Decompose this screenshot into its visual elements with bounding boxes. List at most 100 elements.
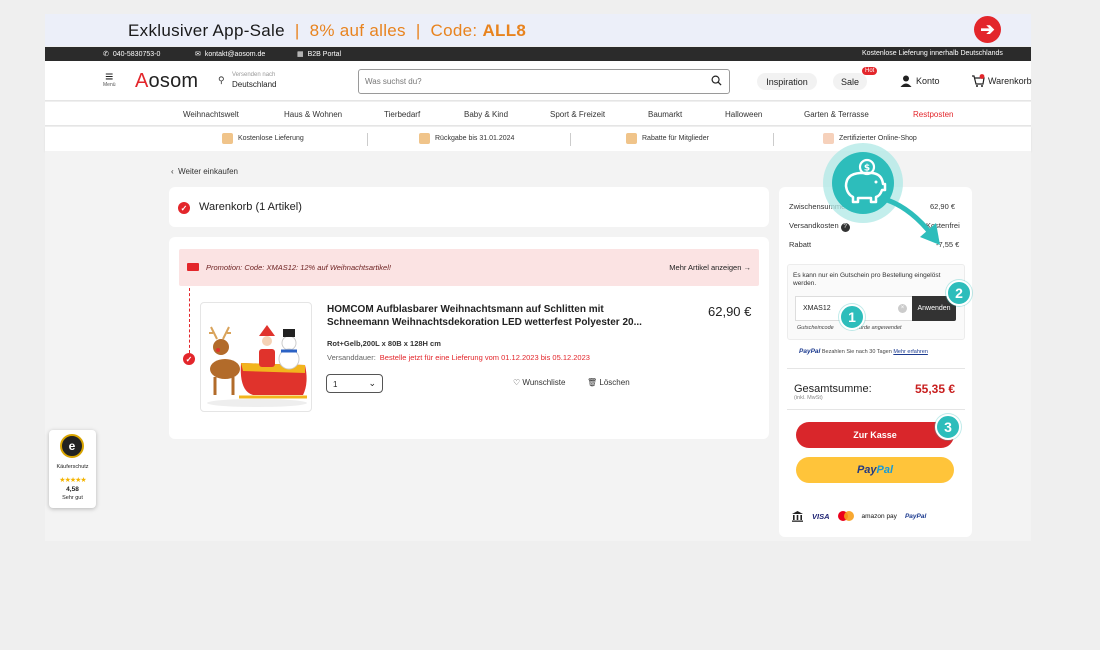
app-sale-banner[interactable]: Exklusiver App-Sale | 8% auf alles | Code: A… — [45, 14, 1031, 46]
cart-icon — [972, 74, 985, 87]
delete-button[interactable]: 🗑 Löschen — [587, 378, 630, 387]
hamburger-icon: ≡ — [105, 68, 114, 84]
wishlist-button[interactable]: ♡ Wunschliste — [513, 378, 565, 387]
quantity-select[interactable]: 1 ⌄ — [326, 374, 383, 393]
mastercard-icon — [837, 511, 854, 521]
paypal-checkout-button[interactable]: Pay Pal — [796, 457, 954, 483]
delivery-label: Versanddauer: — [327, 353, 376, 362]
rating-text: Sehr gut — [62, 495, 83, 501]
usp-returns: Rückgabe bis 31.01.2024 — [419, 133, 514, 144]
menu-button[interactable]: ≡ Menü — [103, 68, 116, 88]
sleigh-illustration — [207, 325, 307, 407]
usp-label: Rabatte für Mitglieder — [642, 135, 709, 142]
divider — [787, 368, 965, 369]
account-label: Konto — [916, 76, 940, 86]
nav-item-restposten[interactable]: Restposten — [913, 110, 953, 119]
usp-certified-shop: Zertifizierter Online-Shop — [823, 133, 917, 144]
return-icon — [419, 133, 430, 144]
product-name[interactable]: HOMCOM Aufblasbarer Weihnachtsmann auf S… — [327, 303, 647, 329]
cart-label: Warenkorb — [988, 76, 1032, 86]
continue-shopping-link[interactable]: ‹ Weiter einkaufen — [171, 167, 238, 176]
nav-item-weihnachtswelt[interactable]: Weihnachtswelt — [183, 110, 239, 119]
sale-button[interactable]: Sale — [833, 73, 867, 90]
clear-icon[interactable]: × — [898, 304, 907, 313]
nav-item-halloween[interactable]: Halloween — [725, 110, 762, 119]
delivery-icon — [222, 133, 233, 144]
phone-icon: ✆ — [103, 51, 109, 58]
product-price: 62,90 € — [708, 304, 752, 319]
delivery-info: Versanddauer: Bestelle jetzt für eine Lie… — [327, 353, 590, 362]
nav-item-baby-kind[interactable]: Baby & Kind — [464, 110, 508, 119]
divider — [570, 133, 571, 146]
b2b-portal-link[interactable]: ▦ B2B Portal — [297, 50, 341, 59]
cart-button[interactable]: Warenkorb — [971, 74, 1032, 88]
more-items-link[interactable]: Mehr Artikel anzeigen → — [669, 263, 751, 272]
usp-label: Kostenlose Lieferung — [238, 135, 304, 142]
product-image[interactable] — [200, 302, 312, 412]
contact-topbar: ✆ 040-5830753-0 ✉ kontakt@aosom.de ▦ B2B Po… — [45, 47, 1031, 61]
arrow-right-icon[interactable]: ➔ — [974, 16, 1001, 43]
nav-item-haus-wohnen[interactable]: Haus & Wohnen — [284, 110, 342, 119]
user-icon — [900, 75, 912, 87]
phone-number: 040-5830753-0 — [112, 50, 161, 58]
arrow-pointer-icon — [881, 196, 940, 245]
rating-value: 4,58 — [66, 486, 79, 493]
banner-text: Exklusiver App-Sale | 8% auf alles | Code: A… — [128, 21, 526, 41]
shipping-note: Kostenlose Lieferung innerhalb Deutschla… — [862, 50, 1003, 57]
total-value: 55,35 € — [915, 382, 956, 396]
more-items-label: Mehr Artikel anzeigen — [669, 263, 742, 272]
divider — [773, 133, 774, 146]
hot-badge: Hot — [862, 67, 878, 75]
email-address: kontakt@aosom.de — [204, 50, 266, 58]
nav-item-baumarkt[interactable]: Baumarkt — [648, 110, 682, 119]
usp-free-delivery: Kostenlose Lieferung — [222, 133, 304, 144]
paypal-btn-pal: Pal — [876, 464, 894, 476]
payment-methods: VISA amazon pay PayPal — [791, 510, 926, 522]
usp-label: Rückgabe bis 31.01.2024 — [435, 135, 515, 142]
quantity-value: 1 — [333, 380, 338, 389]
banner-code-label: Code: — [430, 21, 483, 40]
help-icon[interactable]: ? — [840, 223, 850, 232]
total-vat-note: (inkl. MwSt) — [794, 395, 823, 401]
checkout-button[interactable]: Zur Kasse — [796, 422, 954, 448]
nav-item-tierbedarf[interactable]: Tierbedarf — [384, 110, 420, 119]
phone-contact[interactable]: ✆ 040-5830753-0 — [103, 50, 161, 59]
trusted-shops-badge[interactable]: e Käuferschutz ★★★★★ 4,58 Sehr gut — [49, 430, 96, 508]
coupon-note: Es kann nur ein Gutschein pro Bestellung… — [793, 272, 941, 287]
trash-icon: 🗑 — [587, 378, 598, 387]
aosom-logo[interactable]: Aosom — [135, 70, 198, 93]
banner-separator: | — [294, 21, 300, 40]
banner-title: Exklusiver App-Sale — [128, 21, 285, 40]
promotion-banner: Promotion: Code: XMAS12: 12% auf Weihnac… — [179, 249, 759, 286]
item-select-checkbox[interactable]: ✓ — [183, 353, 195, 365]
search-icon[interactable] — [711, 75, 722, 86]
inspiration-button[interactable]: Inspiration — [757, 73, 817, 90]
product-variant: Rot+Gelb,200L x 80B x 128H cm — [327, 339, 441, 348]
paypal-learn-more-link[interactable]: Mehr erfahren — [893, 349, 928, 355]
step-badge-3: 3 — [935, 414, 961, 440]
total-label: Gesamtsumme: — [794, 383, 872, 395]
ship-to-selector[interactable]: Versenden nach Deutschland — [232, 71, 276, 89]
account-button[interactable]: Konto — [899, 74, 940, 88]
mail-icon: ✉ — [195, 51, 201, 58]
continue-shopping-label: Weiter einkaufen — [178, 167, 238, 176]
email-contact[interactable]: ✉ kontakt@aosom.de — [195, 50, 266, 59]
nav-item-sport-freizeit[interactable]: Sport & Freizeit — [550, 110, 605, 119]
discount-label: Rabatt — [789, 240, 812, 249]
menu-label: Menü — [103, 82, 116, 88]
rating-stars-icon: ★★★★★ — [59, 477, 86, 484]
heart-icon: ♡ — [513, 378, 521, 387]
promotion-connector — [189, 288, 190, 353]
svg-text:$: $ — [864, 164, 870, 174]
shipping-label: Versandkosten ? — [789, 221, 850, 232]
paypal-later-info: PayPal Bezahlen Sie nach 30 Tagen Mehr e… — [799, 348, 928, 355]
search-input[interactable]: Was suchst du? — [358, 69, 730, 94]
building-icon: ▦ — [297, 51, 304, 58]
discount-icon — [626, 133, 637, 144]
step-badge-2: 2 — [946, 280, 972, 306]
visa-icon: VISA — [812, 511, 830, 521]
check-circle-icon[interactable]: ✓ — [178, 202, 190, 214]
ship-to-value: Deutschland — [232, 80, 277, 89]
nav-item-garten-terrasse[interactable]: Garten & Terrasse — [804, 110, 869, 119]
divider — [367, 133, 368, 146]
